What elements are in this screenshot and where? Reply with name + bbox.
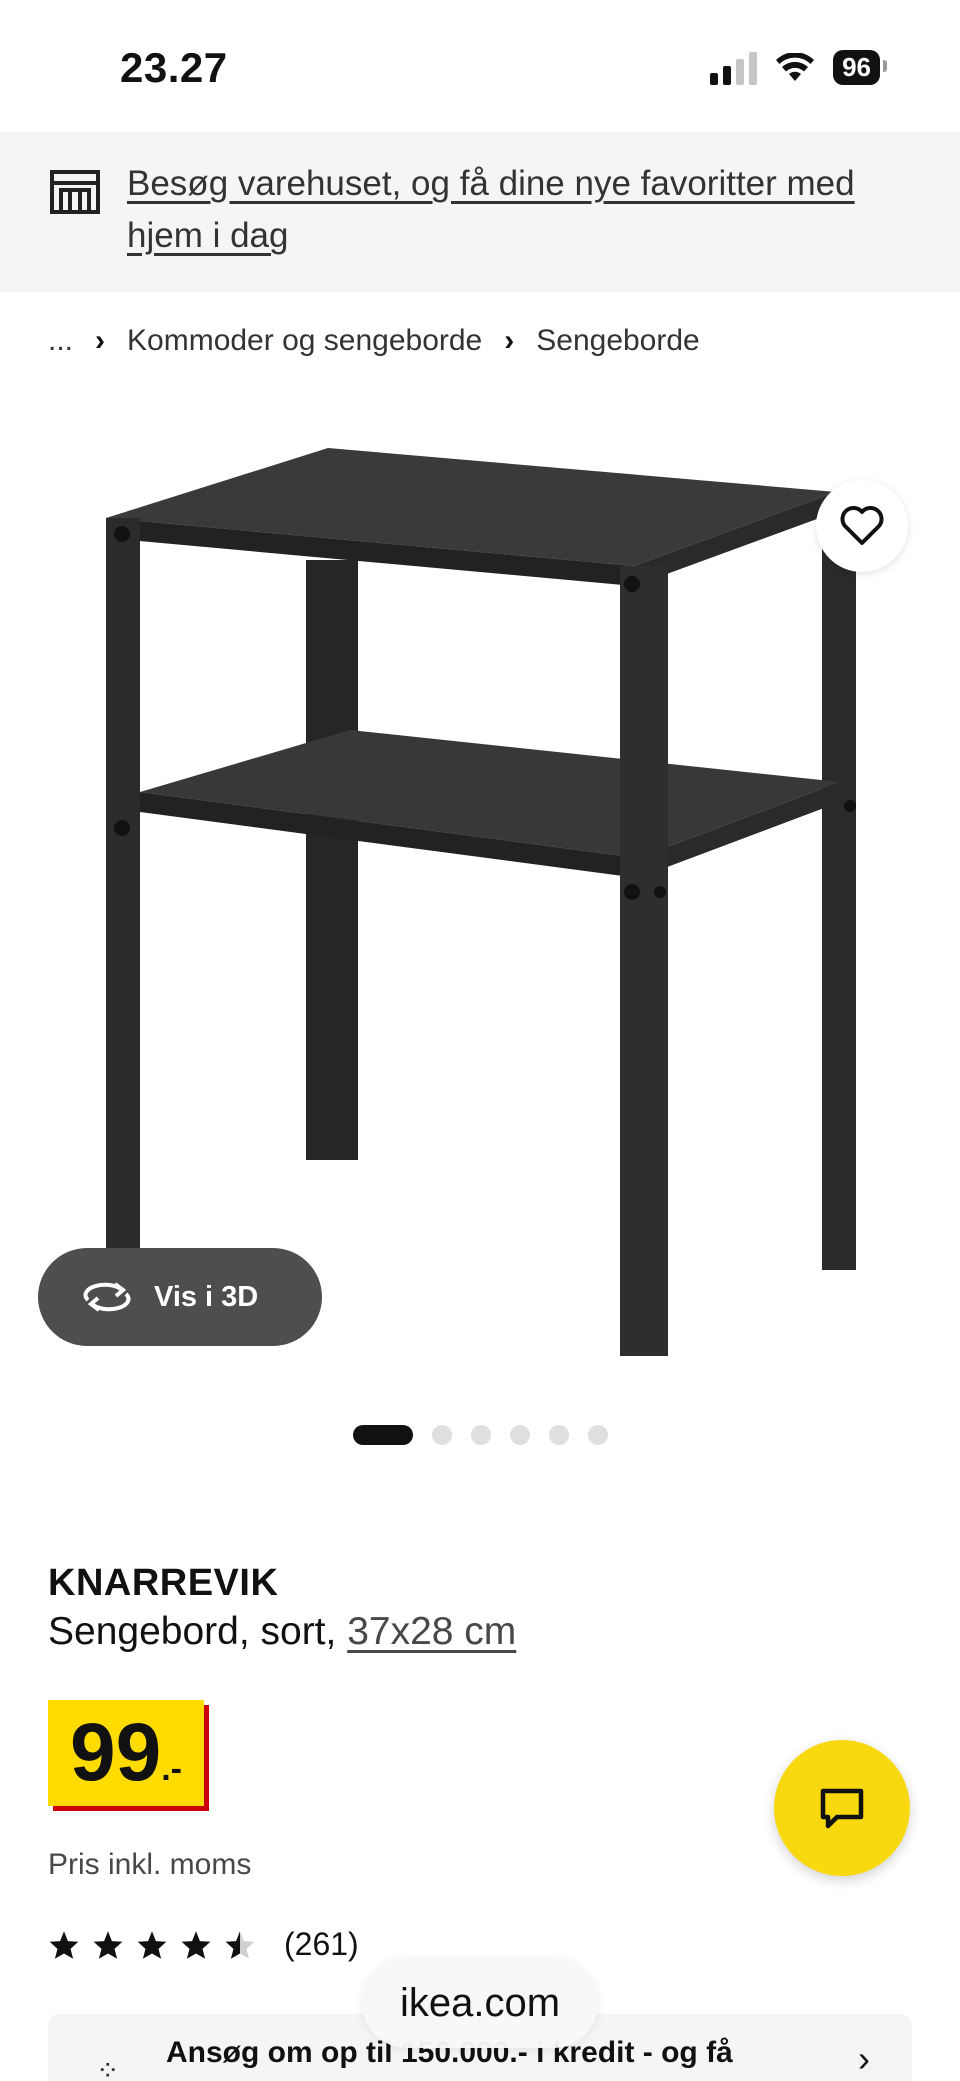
rating[interactable]: (261)	[48, 1926, 359, 1963]
price-value: 99	[70, 1707, 162, 1798]
product-description: Sengebord, sort, 37x28 cm	[48, 1610, 516, 1654]
star-icon	[49, 1930, 79, 1959]
chat-icon	[820, 1788, 864, 1829]
image-carousel-dots	[353, 1425, 608, 1445]
star-icon	[181, 1930, 211, 1959]
status-icons: 96	[710, 50, 887, 85]
star-icon	[93, 1930, 123, 1959]
carousel-dot[interactable]	[432, 1425, 452, 1445]
heart-icon	[840, 506, 884, 545]
credit-icon: ⁘	[96, 2055, 120, 2081]
breadcrumb-separator: ›	[95, 324, 106, 357]
store-visit-link[interactable]: Besøg varehuset, og få dine nye favoritt…	[127, 158, 917, 262]
view-in-3d-label: Vis i 3D	[154, 1280, 259, 1313]
view-in-3d-button[interactable]: Vis i 3D	[38, 1248, 322, 1346]
chevron-right-icon: ›	[858, 2038, 870, 2079]
favorite-button[interactable]	[816, 480, 908, 572]
product-image[interactable]	[60, 420, 880, 1380]
breadcrumb: ... › Kommoder og sengeborde › Sengebord…	[48, 324, 700, 358]
breadcrumb-ellipsis[interactable]: ...	[48, 324, 73, 358]
status-bar: 23.27 96	[0, 0, 960, 132]
price-note: Pris inkl. moms	[48, 1848, 252, 1881]
star-icon	[137, 1930, 167, 1959]
breadcrumb-separator: ›	[504, 324, 515, 357]
carousel-dot[interactable]	[353, 1425, 413, 1445]
wifi-icon	[776, 52, 815, 81]
carousel-dot[interactable]	[510, 1425, 530, 1445]
breadcrumb-item-sengeborde[interactable]: Sengeborde	[536, 324, 699, 358]
rating-count: (261)	[284, 1926, 359, 1962]
battery-indicator: 96	[833, 50, 887, 85]
carousel-dot[interactable]	[549, 1425, 569, 1445]
breadcrumb-item-kommoder[interactable]: Kommoder og sengeborde	[127, 324, 482, 358]
rotate-3d-icon	[83, 1282, 131, 1312]
chat-button[interactable]	[774, 1740, 910, 1876]
store-visit-banner[interactable]: Besøg varehuset, og få dine nye favoritt…	[0, 132, 960, 292]
price-suffix: .-	[161, 1750, 182, 1788]
browser-url-pill[interactable]: ikea.com	[362, 1958, 598, 2048]
half-star-icon	[225, 1930, 255, 1959]
product-type: Sengebord, sort,	[48, 1610, 348, 1653]
carousel-dot[interactable]	[588, 1425, 608, 1445]
status-time: 23.27	[120, 44, 228, 91]
store-icon	[50, 170, 100, 214]
price-tag: 99 .-	[48, 1700, 204, 1806]
product-name: KNARREVIK	[48, 1562, 279, 1604]
carousel-dot[interactable]	[471, 1425, 491, 1445]
product-size-link[interactable]: 37x28 cm	[347, 1610, 516, 1653]
cellular-signal-icon	[710, 51, 758, 85]
